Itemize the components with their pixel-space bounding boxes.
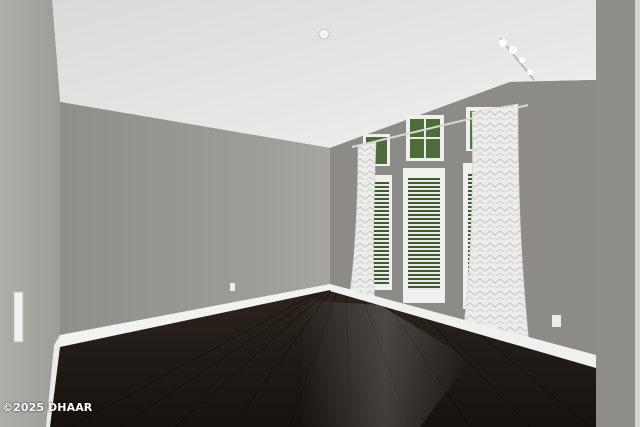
room-illustration [0,0,640,427]
empty-room-photo: ©2025 DHAAR [0,0,640,427]
right-wall-edge [596,0,640,427]
photo-watermark: ©2025 DHAAR [2,401,93,414]
left-wall [0,0,60,427]
outlet-window-wall [552,315,561,327]
outlet-back-wall [230,283,235,291]
light-switch [13,291,24,343]
smoke-detector [318,28,330,40]
